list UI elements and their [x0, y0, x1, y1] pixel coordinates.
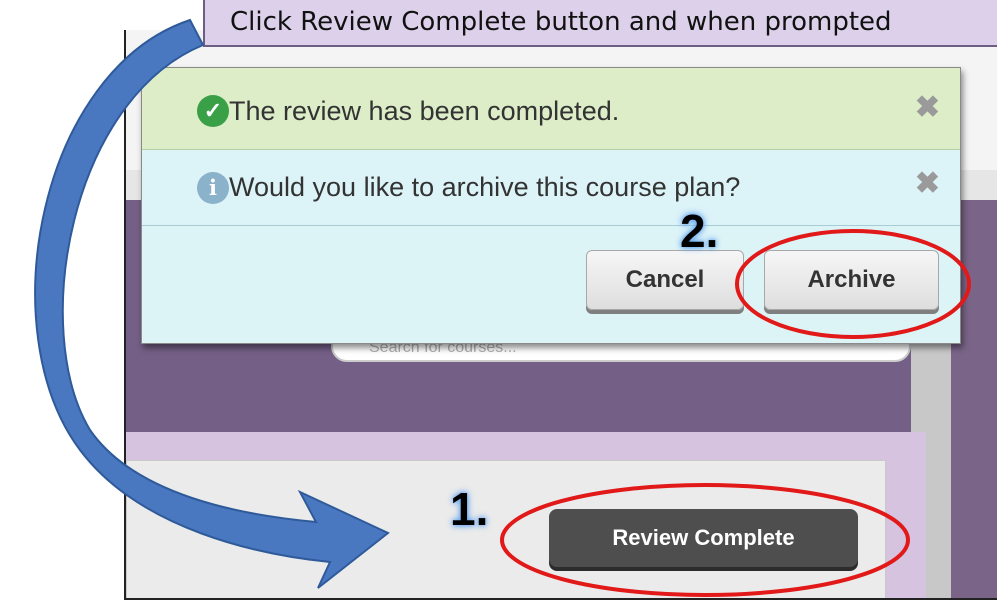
- success-alert: ✓ The review has been completed. ✖: [142, 68, 960, 150]
- info-message: Would you like to archive this course pl…: [229, 172, 741, 202]
- cancel-button[interactable]: Cancel: [586, 250, 744, 310]
- instruction-text: Click Review Complete button and when pr…: [230, 7, 892, 37]
- success-message: The review has been completed.: [229, 96, 620, 126]
- review-complete-button[interactable]: Review Complete: [549, 509, 858, 567]
- step-1-label: 1.: [450, 483, 489, 535]
- close-icon[interactable]: ✖: [915, 166, 940, 201]
- archive-dialog: ✓ The review has been completed. ✖ i Wou…: [141, 67, 961, 344]
- instruction-banner: Click Review Complete button and when pr…: [203, 0, 997, 47]
- step-2-label: 2.: [680, 205, 719, 257]
- close-icon[interactable]: ✖: [915, 90, 940, 125]
- archive-button[interactable]: Archive: [764, 250, 939, 310]
- info-alert: i Would you like to archive this course …: [142, 150, 960, 226]
- info-circle-icon: i: [197, 172, 229, 204]
- check-circle-icon: ✓: [197, 95, 229, 127]
